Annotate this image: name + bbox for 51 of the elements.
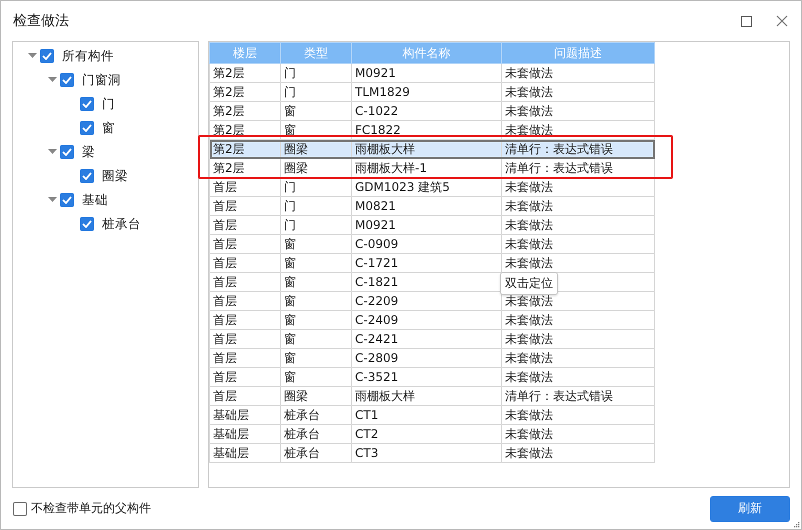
table-cell: 桩承台 — [280, 444, 352, 462]
checkbox[interactable] — [60, 73, 74, 87]
maximize-button[interactable] — [739, 14, 753, 28]
table-row[interactable]: 首层 窗 C-3521 未套做法 — [210, 368, 654, 386]
table-row[interactable]: 首层 窗 C-2809 未套做法 — [210, 348, 654, 368]
checkbox[interactable] — [80, 121, 94, 135]
tree-item-label[interactable]: 基础 — [82, 192, 108, 208]
table-row[interactable]: 首层 窗 C-0909 未套做法 — [210, 234, 654, 254]
table-cell: 第2层 — [210, 158, 280, 178]
checkbox[interactable] — [80, 169, 94, 183]
close-button[interactable] — [775, 14, 789, 28]
checkbox-label[interactable]: 不检查带单元的父构件 — [31, 500, 710, 517]
table-row[interactable]: 首层 窗 C-2421 未套做法 — [210, 330, 654, 348]
table-row[interactable]: 第2层 窗 C-1022 未套做法 — [210, 102, 654, 120]
table-row[interactable]: 第2层 圈梁 雨棚板大样-1 清单行：表达式错误 — [210, 158, 654, 178]
table-row[interactable]: 首层 窗 C-2209 未套做法 — [210, 292, 654, 310]
table-row[interactable]: 首层 门 M0821 未套做法 — [210, 196, 654, 216]
tree-item-label[interactable]: 窗 — [102, 120, 115, 136]
collapse-arrow-icon[interactable] — [28, 53, 37, 59]
table-row[interactable]: 首层 门 M0921 未套做法 — [210, 216, 654, 234]
collapse-arrow-icon[interactable] — [48, 149, 57, 155]
table-cell: 基础层 — [210, 444, 280, 462]
collapse-arrow-icon[interactable] — [48, 197, 57, 203]
table-row[interactable]: 首层 窗 C-1721 未套做法 — [210, 254, 654, 272]
table-row[interactable]: 基础层 桩承台 CT1 未套做法 — [210, 406, 654, 424]
checkbox[interactable] — [60, 193, 74, 207]
checkbox[interactable] — [80, 217, 94, 231]
table-cell: 未套做法 — [502, 444, 654, 462]
resize-grip-icon[interactable] — [793, 521, 800, 528]
table-cell: CT3 — [352, 444, 502, 462]
checkbox[interactable] — [40, 49, 54, 63]
tree-item-label[interactable]: 桩承台 — [102, 216, 141, 232]
table-row[interactable]: 第2层 门 TLM1829 未套做法 — [210, 82, 654, 102]
refresh-button[interactable]: 刷新 — [710, 496, 790, 522]
table-row[interactable]: 第2层 圈梁 雨棚板大样 清单行：表达式错误 — [210, 140, 654, 158]
tree-item-label[interactable]: 所有构件 — [62, 48, 114, 64]
table-row[interactable]: 基础层 桩承台 CT2 未套做法 — [210, 424, 654, 444]
tree-item-label[interactable]: 门窗洞 — [82, 72, 121, 88]
tree-item-label[interactable]: 圈梁 — [102, 168, 128, 184]
checkbox[interactable] — [60, 145, 74, 159]
tree-item-label[interactable]: 门 — [102, 96, 115, 112]
collapse-arrow-icon[interactable] — [48, 77, 57, 83]
table-row[interactable]: 首层 圈梁 雨棚板大样 清单行：表达式错误 — [210, 386, 654, 406]
tooltip: 双击定位 — [500, 272, 558, 295]
tree-item-label[interactable]: 梁 — [82, 144, 95, 160]
table-row[interactable]: 基础层 桩承台 CT3 未套做法 — [210, 444, 654, 462]
window-title: 检查做法 — [13, 12, 70, 30]
table-row[interactable]: 首层 窗 C-2409 未套做法 — [210, 310, 654, 330]
checkbox[interactable] — [13, 502, 27, 516]
table-row[interactable]: 第2层 门 M0921 未套做法 — [210, 64, 654, 82]
checkbox[interactable] — [80, 97, 94, 111]
